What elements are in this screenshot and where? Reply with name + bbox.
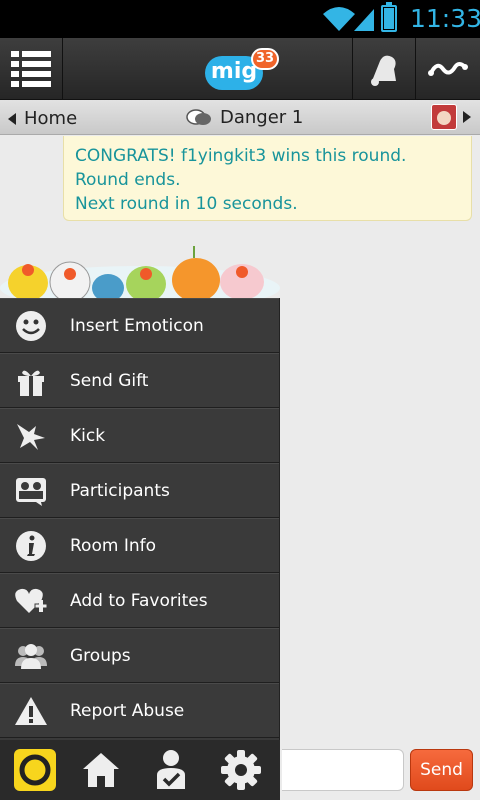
back-label: Home bbox=[24, 108, 78, 129]
menu-item-label: Insert Emoticon bbox=[70, 315, 204, 336]
bottom-nav-bar bbox=[0, 740, 280, 800]
logo-badge: 33 bbox=[251, 48, 279, 70]
heart-add-icon bbox=[15, 588, 48, 613]
menu-item-label: Report Abuse bbox=[70, 700, 185, 721]
wifi-icon bbox=[323, 7, 355, 31]
menu-item-label: Send Gift bbox=[70, 370, 149, 391]
menu-item-kick[interactable]: Kick bbox=[0, 408, 279, 463]
mig-ring-icon bbox=[14, 749, 56, 791]
menu-item-label: Room Info bbox=[70, 535, 156, 556]
menu-item-room-info[interactable]: Room Info bbox=[0, 518, 279, 573]
action-bar: mig 33 bbox=[0, 38, 480, 100]
warning-icon bbox=[15, 697, 47, 725]
menu-button[interactable] bbox=[0, 38, 63, 100]
menu-item-add-to-favorites[interactable]: Add to Favorites bbox=[0, 573, 279, 628]
room-title-label: Danger 1 bbox=[220, 107, 304, 128]
message-line: Next round in 10 seconds. bbox=[75, 194, 298, 214]
room-options-menu: Insert Emoticon Send Gift Kick Participa… bbox=[0, 298, 280, 740]
info-icon bbox=[16, 531, 46, 561]
notifications-button[interactable] bbox=[352, 38, 416, 100]
menu-item-label: Groups bbox=[70, 645, 131, 666]
chevron-left-icon bbox=[8, 112, 16, 125]
message-line: Round ends. bbox=[75, 170, 181, 190]
menu-item-groups[interactable]: Groups bbox=[0, 628, 279, 683]
home-icon bbox=[83, 753, 119, 787]
message-input[interactable] bbox=[282, 749, 404, 791]
menu-item-insert-emoticon[interactable]: Insert Emoticon bbox=[0, 298, 279, 353]
activity-button[interactable] bbox=[416, 38, 480, 100]
room-nav-bar: Home Danger 1 bbox=[0, 100, 480, 135]
settings-gear-icon bbox=[221, 750, 261, 790]
gift-icon bbox=[18, 370, 44, 396]
signal-icon bbox=[354, 9, 374, 31]
chat-bubble-icon bbox=[186, 108, 211, 125]
status-bar: 11:33 bbox=[0, 0, 480, 38]
smiley-icon bbox=[16, 311, 46, 341]
wave-icon bbox=[428, 62, 468, 76]
home-button[interactable] bbox=[66, 740, 136, 800]
mig-ring-button[interactable] bbox=[0, 740, 70, 800]
message-line: CONGRATS! f1yingkit3 wins this round. bbox=[75, 146, 407, 166]
menu-item-label: Add to Favorites bbox=[70, 590, 208, 611]
send-button[interactable]: Send bbox=[410, 749, 473, 791]
avatar[interactable] bbox=[431, 104, 457, 130]
status-time: 11:33 bbox=[410, 4, 480, 33]
menu-item-participants[interactable]: Participants bbox=[0, 463, 279, 518]
mascot-banner bbox=[0, 246, 280, 300]
room-title: Danger 1 bbox=[186, 107, 303, 128]
groups-icon bbox=[15, 644, 47, 669]
profile-button[interactable] bbox=[136, 740, 206, 800]
back-home-button[interactable]: Home bbox=[8, 108, 77, 129]
chevron-right-icon[interactable] bbox=[463, 111, 471, 123]
list-menu-icon bbox=[11, 51, 51, 87]
profile-check-icon bbox=[157, 750, 185, 789]
kick-icon bbox=[17, 424, 45, 450]
menu-item-label: Kick bbox=[70, 425, 106, 446]
message-input-row: Send bbox=[280, 740, 480, 800]
settings-button[interactable] bbox=[206, 740, 276, 800]
menu-item-label: Participants bbox=[70, 480, 170, 501]
menu-item-send-gift[interactable]: Send Gift bbox=[0, 353, 279, 408]
system-message: CONGRATS! f1yingkit3 wins this round. Ro… bbox=[63, 136, 472, 221]
battery-icon bbox=[381, 2, 397, 32]
menu-item-report-abuse[interactable]: Report Abuse bbox=[0, 683, 279, 738]
participants-icon bbox=[16, 478, 46, 506]
mig33-logo: mig 33 bbox=[205, 48, 279, 92]
bell-icon bbox=[371, 55, 396, 86]
